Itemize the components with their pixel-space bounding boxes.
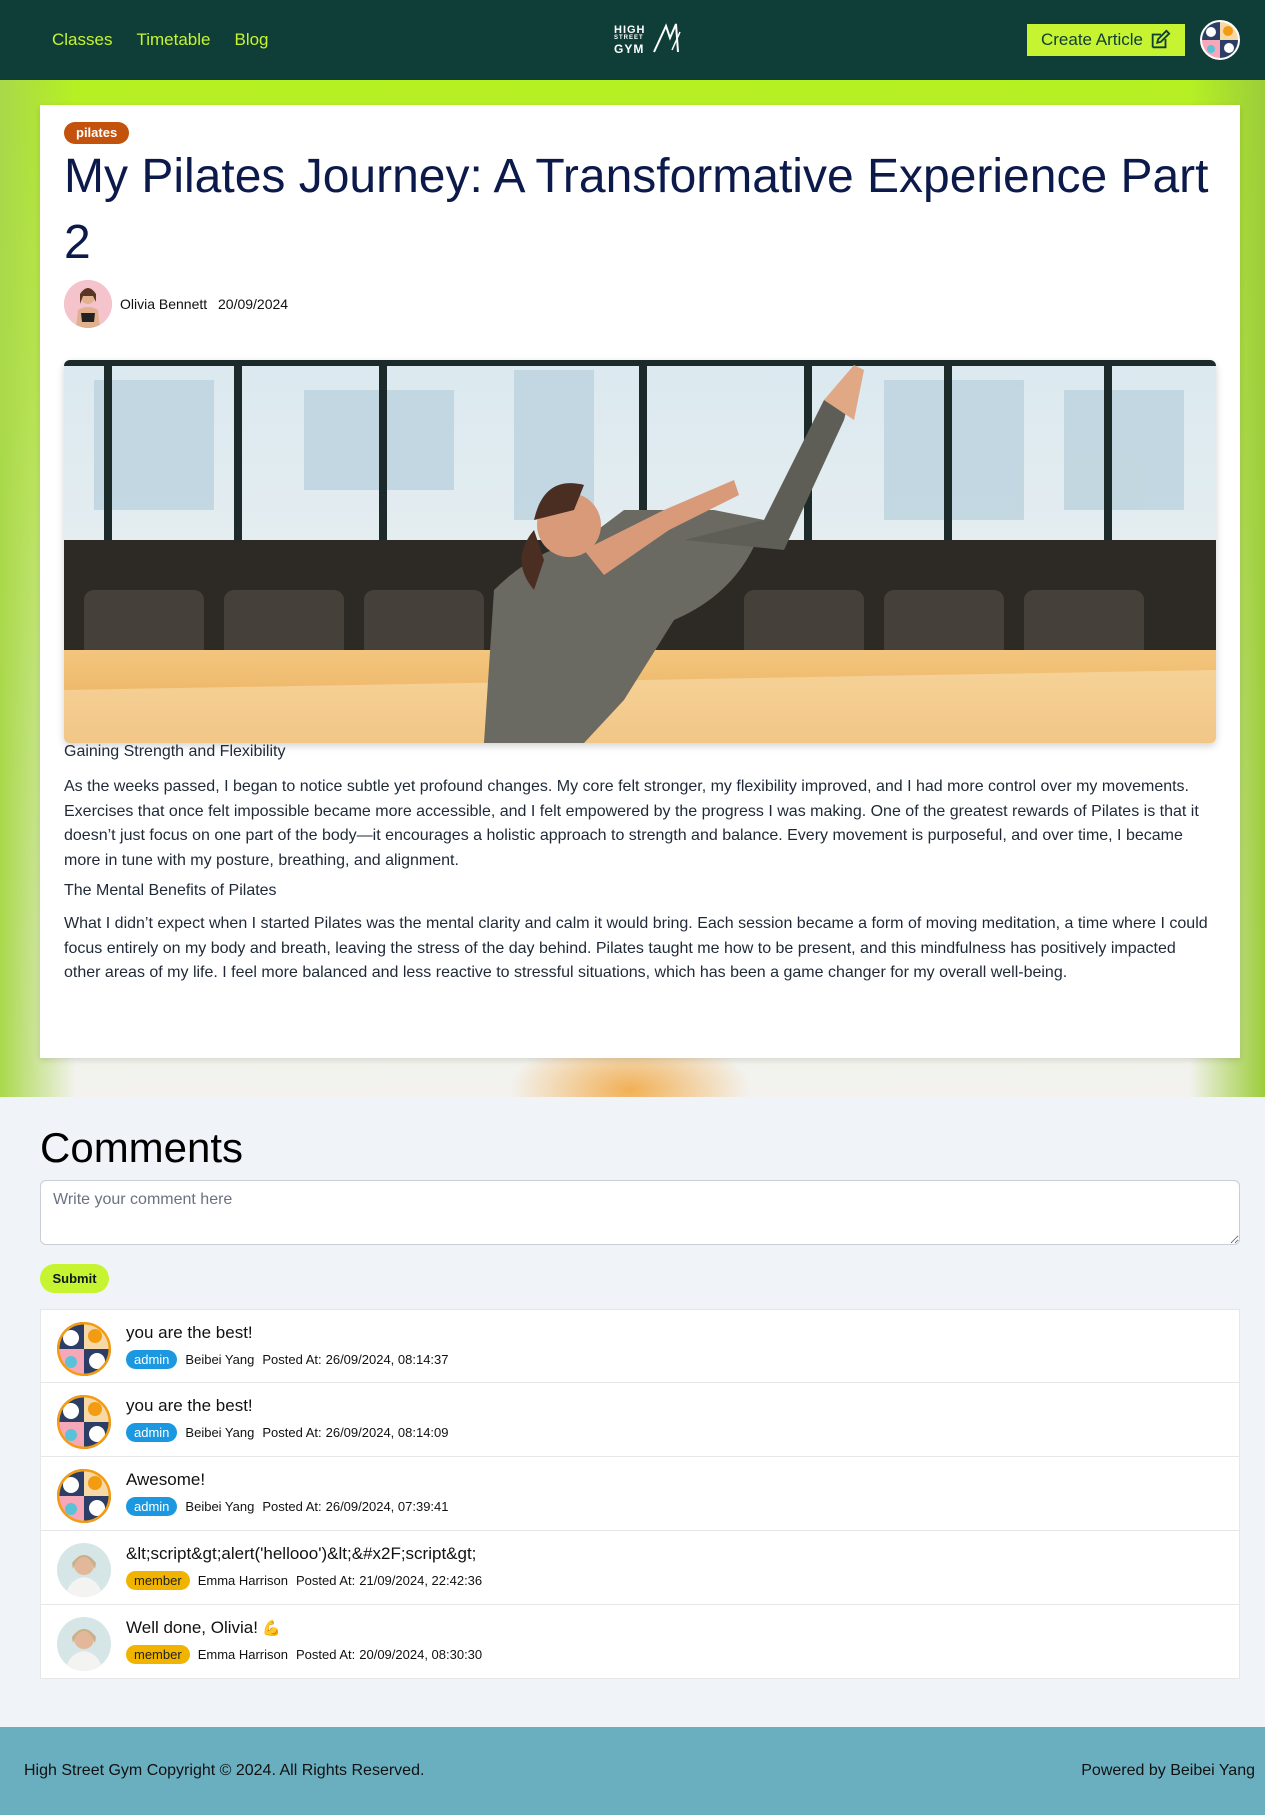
comment-meta: admin Beibei Yang Posted At: 26/09/2024,… [126, 1423, 449, 1442]
commenter-avatar[interactable] [57, 1469, 111, 1523]
footer: High Street Gym Copyright © 2024. All Ri… [0, 1727, 1265, 1815]
posted-at-label: Posted At: [262, 1352, 322, 1367]
logo-line-2: STREET [614, 35, 644, 41]
section-text-1: As the weeks passed, I began to notice s… [64, 778, 1199, 869]
comment-meta: admin Beibei Yang Posted At: 26/09/2024,… [126, 1350, 449, 1369]
posted-at-value: 20/09/2024, 08:30:30 [359, 1647, 483, 1662]
commenter-avatar[interactable] [57, 1543, 111, 1597]
comment-meta: member Emma Harrison Posted At: 20/09/20… [126, 1645, 482, 1664]
nav-link-blog[interactable]: Blog [234, 30, 268, 50]
comment-meta: admin Beibei Yang Posted At: 26/09/2024,… [126, 1497, 449, 1516]
footer-copyright: High Street Gym Copyright © 2024. All Ri… [24, 1762, 425, 1779]
article-title: My Pilates Journey: A Transformative Exp… [64, 150, 1209, 269]
section-text-2: What I didn’t expect when I started Pila… [64, 915, 1208, 981]
comments-heading: Comments [40, 1124, 244, 1171]
posted-at-value: 26/09/2024, 07:39:41 [325, 1499, 449, 1514]
role-badge: member [126, 1571, 190, 1590]
category-tag[interactable]: pilates [64, 122, 130, 144]
comment-text: you are the best! [126, 1323, 253, 1343]
cat-avatar-icon [57, 1322, 111, 1376]
member-photo-avatar [57, 1543, 111, 1597]
posted-at-label: Posted At: [262, 1425, 322, 1440]
posted-at-value: 21/09/2024, 22:42:36 [359, 1573, 483, 1588]
commenter-avatar[interactable] [57, 1322, 111, 1376]
comment-item: you are the best! admin Beibei Yang Post… [40, 1383, 1240, 1457]
comment-item: &lt;script&gt;alert('hellooo')&lt;&#x2F;… [40, 1531, 1240, 1605]
comment-text-value: Awesome! [126, 1470, 206, 1489]
comment-text: you are the best! [126, 1396, 253, 1416]
cat-avatar-icon [57, 1469, 111, 1523]
create-article-button[interactable]: Create Article [1027, 24, 1185, 56]
section-heading-2: The Mental Benefits of Pilates [64, 882, 277, 899]
logo-figure-icon [653, 23, 681, 53]
comment-item: Awesome! admin Beibei Yang Posted At: 26… [40, 1457, 1240, 1531]
comment-text-value: Well done, Olivia! [126, 1618, 258, 1637]
comment-author: Beibei Yang [185, 1352, 255, 1367]
gym-logo[interactable]: HIGH STREET GYM [614, 20, 694, 60]
comment-author: Emma Harrison [197, 1573, 288, 1588]
comment-meta: member Emma Harrison Posted At: 21/09/20… [126, 1571, 482, 1590]
comment-text: &lt;script&gt;alert('hellooo')&lt;&#x2F;… [126, 1544, 476, 1564]
comment-text-value: you are the best! [126, 1396, 253, 1415]
comment-list: you are the best! admin Beibei Yang Post… [40, 1309, 1240, 1679]
comment-author: Beibei Yang [185, 1425, 255, 1440]
posted-at-value: 26/09/2024, 08:14:37 [325, 1352, 449, 1367]
nav-link-timetable[interactable]: Timetable [136, 30, 210, 50]
member-photo-avatar [57, 1617, 111, 1671]
role-badge: admin [126, 1497, 178, 1516]
logo-line-3: GYM [614, 42, 645, 56]
footer-powered-by: Powered by Beibei Yang [1081, 1762, 1255, 1779]
author-photo [64, 280, 112, 328]
comment-author: Emma Harrison [197, 1647, 288, 1662]
comment-input[interactable] [40, 1180, 1240, 1245]
comment-text: Well done, Olivia! 💪 [126, 1618, 281, 1638]
posted-at-label: Posted At: [262, 1499, 322, 1514]
author-name[interactable]: Olivia Bennett [120, 296, 207, 312]
article-date: 20/09/2024 [218, 296, 289, 312]
edit-icon [1151, 29, 1171, 49]
comment-text-value: you are the best! [126, 1323, 253, 1342]
role-badge: member [126, 1645, 190, 1664]
comment-author: Beibei Yang [185, 1499, 255, 1514]
nav-link-classes[interactable]: Classes [52, 30, 112, 50]
cat-avatar-icon [57, 1395, 111, 1449]
posted-at-value: 26/09/2024, 08:14:09 [325, 1425, 449, 1440]
posted-at-label: Posted At: [295, 1647, 356, 1662]
submit-comment-button[interactable]: Submit [40, 1264, 109, 1293]
author-avatar [64, 280, 112, 328]
pilates-photo [64, 360, 1216, 743]
top-navbar: Classes Timetable Blog HIGH STREET GYM C… [0, 0, 1265, 80]
comment-item: you are the best! admin Beibei Yang Post… [40, 1309, 1240, 1383]
user-avatar[interactable] [1200, 20, 1240, 60]
commenter-avatar[interactable] [57, 1395, 111, 1449]
comment-text: Awesome! [126, 1470, 205, 1490]
posted-at-label: Posted At: [295, 1573, 356, 1588]
comment-text-value: &lt;script&gt;alert('hellooo')&lt;&#x2F;… [126, 1544, 477, 1563]
section-heading-1: Gaining Strength and Flexibility [64, 743, 286, 760]
cat-avatar-icon [1202, 22, 1238, 58]
flexed-biceps-icon: 💪 [261, 1620, 281, 1637]
article-image [64, 360, 1216, 743]
create-article-label: Create Article [1040, 30, 1144, 49]
role-badge: admin [126, 1423, 178, 1442]
nav-links: Classes Timetable Blog [52, 0, 269, 80]
commenter-avatar[interactable] [57, 1617, 111, 1671]
role-badge: admin [126, 1350, 178, 1369]
comment-item: Well done, Olivia! 💪 member Emma Harriso… [40, 1605, 1240, 1679]
